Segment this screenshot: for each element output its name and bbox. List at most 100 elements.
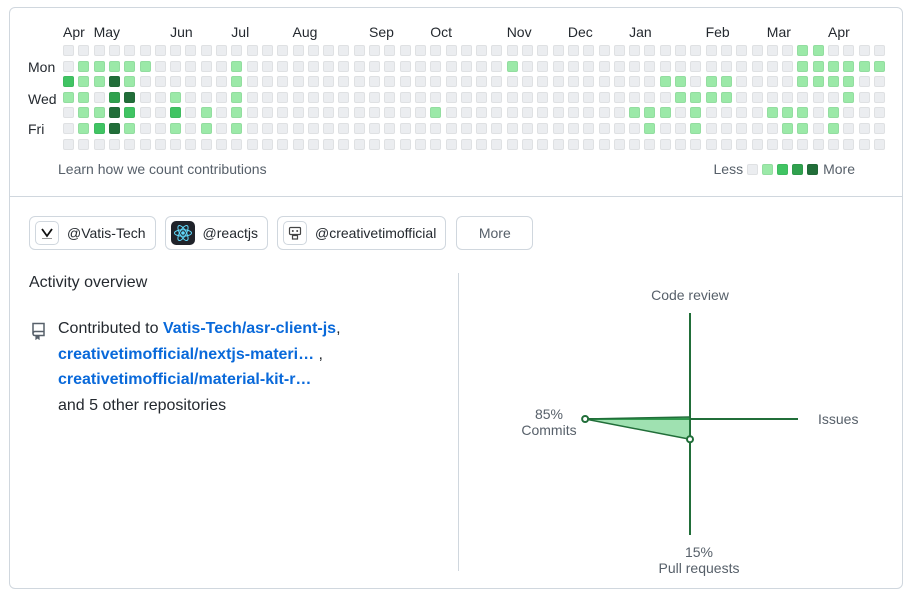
contribution-day[interactable] [338,138,350,150]
contribution-day[interactable] [369,45,380,56]
contribution-day[interactable] [139,45,151,56]
repo-link-asr-client-js[interactable]: Vatis-Tech/asr-client-js [163,320,336,337]
contribution-day[interactable] [170,91,182,103]
contribution-day[interactable] [705,107,717,119]
contribution-day[interactable] [108,76,120,88]
contribution-day[interactable] [414,76,426,88]
contribution-day[interactable] [613,107,625,119]
contribution-day[interactable] [338,107,350,119]
contribution-day[interactable] [460,60,472,72]
contribution-day[interactable] [246,60,258,72]
contribution-day[interactable] [78,138,90,150]
contribution-day[interactable] [476,138,488,150]
contribution-day[interactable] [797,45,809,56]
contribution-day[interactable] [843,60,855,72]
contribution-day[interactable] [124,45,136,56]
contribution-day[interactable] [736,91,748,103]
contribution-day[interactable] [430,60,442,72]
contribution-day[interactable] [108,123,120,134]
contribution-day[interactable] [675,123,686,134]
contribution-day[interactable] [644,76,656,88]
contribution-day[interactable] [506,76,518,88]
contribution-day[interactable] [430,107,442,119]
contribution-day[interactable] [292,107,304,119]
contribution-day[interactable] [720,138,732,150]
contribution-day[interactable] [659,45,671,56]
contribution-day[interactable] [476,91,488,103]
contribution-day[interactable] [369,76,380,88]
contribution-day[interactable] [613,123,625,134]
contribution-day[interactable] [613,45,625,56]
contribution-day[interactable] [307,123,319,134]
contribution-day[interactable] [216,60,227,72]
contribution-day[interactable] [751,107,763,119]
contribution-day[interactable] [766,76,778,88]
contribution-day[interactable] [216,45,227,56]
contribution-day[interactable] [323,91,335,103]
contribution-day[interactable] [598,107,610,119]
contribution-day[interactable] [644,107,656,119]
contribution-day[interactable] [261,91,273,103]
contribution-day[interactable] [460,138,472,150]
contribution-day[interactable] [231,60,243,72]
contribution-day[interactable] [445,138,457,150]
contribution-day[interactable] [414,107,426,119]
contribution-day[interactable] [414,45,426,56]
contribution-day[interactable] [63,60,74,72]
contribution-day[interactable] [522,123,533,134]
contribution-day[interactable] [369,91,380,103]
contribution-day[interactable] [277,76,289,88]
contribution-day[interactable] [246,123,258,134]
contribution-day[interactable] [460,123,472,134]
contribution-day[interactable] [277,91,289,103]
contribution-day[interactable] [445,123,457,134]
contribution-day[interactable] [873,76,885,88]
contribution-day[interactable] [353,45,365,56]
contribution-day[interactable] [476,107,488,119]
contribution-day[interactable] [751,60,763,72]
contribution-day[interactable] [430,45,442,56]
contribution-day[interactable] [522,138,533,150]
contribution-day[interactable] [414,123,426,134]
contribution-day[interactable] [307,91,319,103]
contribution-day[interactable] [873,45,885,56]
contribution-day[interactable] [659,91,671,103]
contribution-day[interactable] [261,76,273,88]
contribution-day[interactable] [185,91,197,103]
contribution-day[interactable] [476,45,488,56]
contribution-day[interactable] [705,45,717,56]
contribution-day[interactable] [63,107,74,119]
contribution-day[interactable] [690,60,702,72]
contribution-day[interactable] [307,60,319,72]
contribution-day[interactable] [812,91,824,103]
contribution-day[interactable] [567,91,579,103]
contribution-day[interactable] [369,123,380,134]
contribution-day[interactable] [858,91,870,103]
contribution-day[interactable] [292,123,304,134]
contribution-day[interactable] [231,76,243,88]
contribution-day[interactable] [216,107,227,119]
contribution-day[interactable] [491,76,503,88]
contribution-day[interactable] [828,107,839,119]
contribution-day[interactable] [598,123,610,134]
contribution-day[interactable] [629,76,641,88]
contribution-day[interactable] [506,91,518,103]
contribution-day[interactable] [675,60,686,72]
contribution-day[interactable] [797,138,809,150]
contribution-day[interactable] [506,138,518,150]
contribution-day[interactable] [170,123,182,134]
contribution-day[interactable] [598,45,610,56]
contribution-day[interactable] [78,91,90,103]
contribution-day[interactable] [690,91,702,103]
contribution-day[interactable] [659,60,671,72]
contribution-day[interactable] [873,138,885,150]
contribution-day[interactable] [567,123,579,134]
contribution-day[interactable] [629,107,641,119]
contribution-day[interactable] [277,60,289,72]
contribution-day[interactable] [567,76,579,88]
contribution-day[interactable] [323,138,335,150]
contribution-day[interactable] [460,45,472,56]
contribution-day[interactable] [246,45,258,56]
contribution-day[interactable] [690,123,702,134]
contribution-day[interactable] [154,45,166,56]
